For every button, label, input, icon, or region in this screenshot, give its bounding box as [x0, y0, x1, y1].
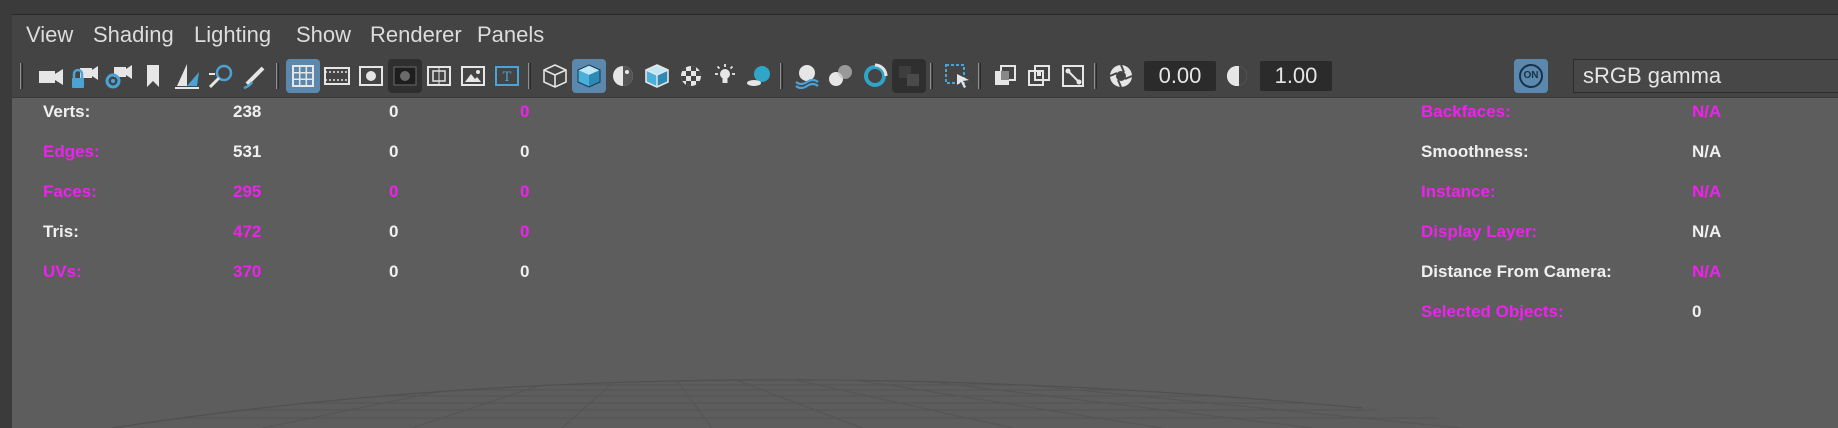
menu-renderer[interactable]: Renderer: [366, 22, 466, 48]
hud-uvs-value: 370: [233, 262, 262, 281]
resolution-gate-icon[interactable]: [354, 59, 388, 93]
color-space-field[interactable]: sRGB gamma: [1573, 59, 1838, 93]
gamma-icon[interactable]: [1220, 59, 1254, 93]
toolbar-separator: [930, 63, 933, 89]
wireframe-cube-icon[interactable]: [538, 59, 572, 93]
exposure-field[interactable]: 0.00: [1144, 61, 1216, 91]
menu-shading[interactable]: Shading: [89, 22, 178, 48]
safe-title-icon[interactable]: T: [490, 59, 524, 93]
hud-verts-label: Verts:: [43, 102, 91, 121]
menu-panels[interactable]: Panels: [473, 22, 548, 48]
bookmark-icon[interactable]: [136, 59, 170, 93]
depth-of-field-icon[interactable]: [892, 59, 926, 93]
hud-edges-selected-extra: 0: [520, 142, 530, 161]
hud-uvs-selected: 0: [389, 262, 399, 281]
hud-display-layer-label: Display Layer:: [1421, 222, 1538, 241]
color-management-on-icon[interactable]: ON: [1514, 59, 1548, 93]
hud-distance-label: Distance From Camera:: [1421, 262, 1612, 281]
panel-toolbar: T 0.00 1.00 ON sRGB gamma: [12, 55, 1838, 98]
hud-faces-value: 295: [233, 182, 262, 201]
checker-texture-icon[interactable]: [674, 59, 708, 93]
camera-attributes-icon[interactable]: [102, 59, 136, 93]
hud-backfaces-label: Backfaces:: [1421, 102, 1511, 121]
hud-distance-value: N/A: [1692, 262, 1722, 281]
hud-verts-selected: 0: [389, 102, 399, 121]
menu-view[interactable]: View: [22, 22, 77, 48]
hud-verts-value: 238: [233, 102, 262, 121]
hud-selected-objects-label: Selected Objects:: [1421, 302, 1564, 321]
hud-edges-value: 531: [233, 142, 262, 161]
svg-text:T: T: [503, 70, 512, 85]
image-plane-icon[interactable]: [170, 59, 204, 93]
hud-faces-label: Faces:: [43, 182, 97, 201]
hud-edges-label: Edges:: [43, 142, 100, 161]
light-bulb-icon[interactable]: [708, 59, 742, 93]
default-material-icon[interactable]: [606, 59, 640, 93]
exposure-icon[interactable]: [1104, 59, 1138, 93]
xray-joints-icon[interactable]: [1056, 59, 1090, 93]
motion-blur-icon[interactable]: [824, 59, 858, 93]
grid-icon[interactable]: [286, 59, 320, 93]
field-chart-icon[interactable]: [422, 59, 456, 93]
maya-viewport-window: View Shading Lighting Show Renderer Pane…: [0, 0, 1838, 428]
hud-smoothness-label: Smoothness:: [1421, 142, 1529, 161]
gate-mask-icon[interactable]: [388, 59, 422, 93]
ambient-occlusion-icon[interactable]: [790, 59, 824, 93]
toolbar-separator: [276, 63, 279, 89]
anti-aliasing-icon[interactable]: [858, 59, 892, 93]
safe-action-icon[interactable]: [456, 59, 490, 93]
color-management-label: ON: [1519, 64, 1543, 88]
camera-icon[interactable]: [34, 59, 68, 93]
menu-lighting[interactable]: Lighting: [190, 22, 275, 48]
toolbar-separator: [528, 63, 531, 89]
hud-uvs-selected-extra: 0: [520, 262, 530, 281]
toolbar-separator: [1094, 63, 1097, 89]
viewport-3d[interactable]: Verts: 238 0 0 Edges: 531 0 0 Faces: 295…: [12, 98, 1838, 428]
hud-edges-selected: 0: [389, 142, 399, 161]
hud-tris-selected-extra: 0: [520, 222, 530, 241]
toolbar-separator: [978, 63, 981, 89]
hud-display-layer-value: N/A: [1692, 222, 1722, 241]
lock-camera-icon[interactable]: [68, 59, 102, 93]
xray-icon[interactable]: [988, 59, 1022, 93]
model-panel: View Shading Lighting Show Renderer Pane…: [12, 15, 1838, 428]
hud-backfaces-value: N/A: [1692, 102, 1722, 121]
2d-pan-zoom-icon[interactable]: [204, 59, 238, 93]
hud-tris-value: 472: [233, 222, 262, 241]
isolate-select-icon[interactable]: [940, 59, 974, 93]
hud-tris-label: Tris:: [43, 222, 79, 241]
grease-pencil-icon[interactable]: [238, 59, 272, 93]
hud-faces-selected-extra: 0: [520, 182, 530, 201]
gamma-field[interactable]: 1.00: [1260, 61, 1332, 91]
smooth-shade-cube-icon[interactable]: [572, 59, 606, 93]
shadows-icon[interactable]: [742, 59, 776, 93]
hud-verts-selected-extra: 0: [520, 102, 530, 121]
hud-smoothness-value: N/A: [1692, 142, 1722, 161]
hud-instance-label: Instance:: [1421, 182, 1496, 201]
hud-tris-selected: 0: [389, 222, 399, 241]
hud-faces-selected: 0: [389, 182, 399, 201]
menu-show[interactable]: Show: [292, 22, 355, 48]
film-gate-icon[interactable]: [320, 59, 354, 93]
hud-uvs-label: UVs:: [43, 262, 82, 281]
wireframe-on-shaded-icon[interactable]: [640, 59, 674, 93]
hud-instance-value: N/A: [1692, 182, 1722, 201]
panel-menu-bar: View Shading Lighting Show Renderer Pane…: [12, 15, 1838, 55]
toolbar-separator: [780, 63, 783, 89]
toolbar-separator: [20, 63, 23, 89]
xray-active-components-icon[interactable]: [1022, 59, 1056, 93]
window-top-border: [0, 0, 1838, 15]
hud-selected-objects-value: 0: [1692, 302, 1702, 321]
